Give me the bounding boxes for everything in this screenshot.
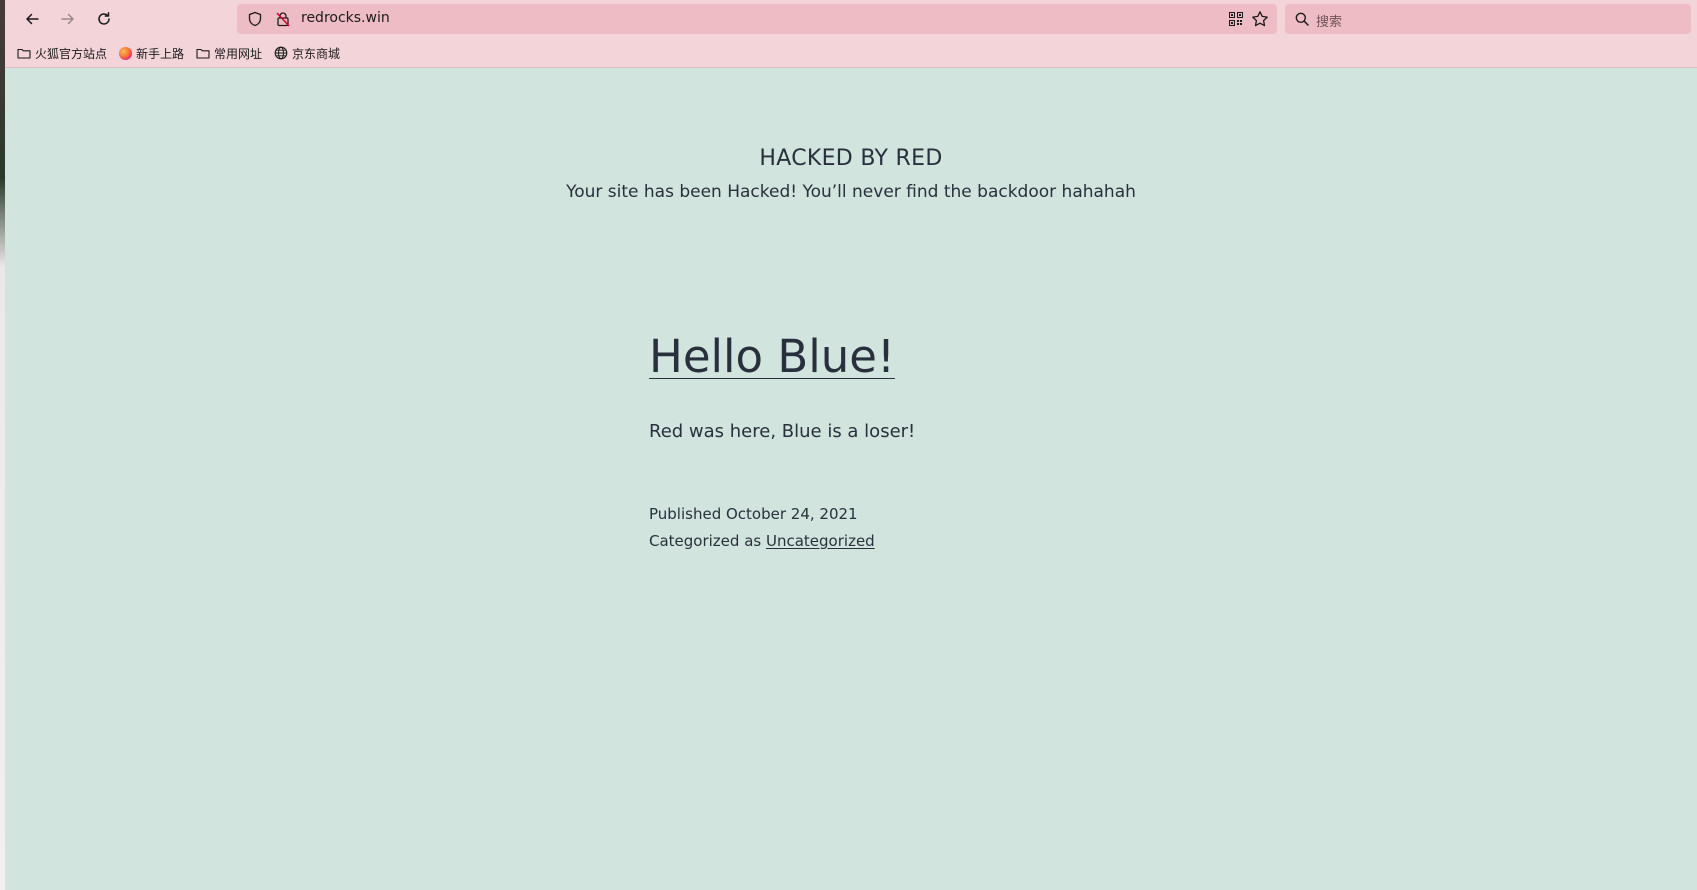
reload-button[interactable] <box>90 5 118 33</box>
shield-icon[interactable] <box>247 11 263 27</box>
forward-button[interactable] <box>54 5 82 33</box>
url-text[interactable]: redrocks.win <box>301 10 390 26</box>
search-placeholder[interactable]: 搜索 <box>1316 11 1342 30</box>
search-bar[interactable]: 搜索 <box>1285 4 1691 34</box>
bookmark-getting-started[interactable]: 新手上路 <box>119 43 184 63</box>
arrow-right-icon <box>61 13 74 25</box>
post-category-meta: Categorized as Uncategorized <box>649 532 875 550</box>
published-date: October 24, 2021 <box>726 505 858 523</box>
bookmark-jd-mall[interactable]: 京东商城 <box>274 43 340 63</box>
post-body: Red was here, Blue is a loser! <box>649 421 916 442</box>
globe-icon <box>274 46 288 60</box>
reload-icon <box>98 12 110 25</box>
search-icon <box>1295 12 1309 26</box>
bookmark-firefox-official[interactable]: 火狐官方站点 <box>17 43 107 63</box>
category-label: Categorized as <box>649 532 762 550</box>
browser-window: redrocks.win 搜索 火狐官方站点 新手上路 常用网址 京东商城 HA… <box>5 0 1697 890</box>
bookmark-star-icon[interactable] <box>1251 10 1269 28</box>
bookmark-label: 火狐官方站点 <box>35 46 108 61</box>
firefox-icon <box>119 46 133 60</box>
published-label: Published <box>649 505 722 523</box>
post-title-link[interactable]: Hello Blue! <box>649 330 895 383</box>
bookmark-label: 新手上路 <box>136 46 185 61</box>
qr-code-icon[interactable] <box>1229 12 1243 26</box>
post-published-meta: Published October 24, 2021 <box>649 505 858 523</box>
category-link[interactable]: Uncategorized <box>766 532 875 550</box>
web-page: HACKED BY RED Your site has been Hacked!… <box>5 68 1697 890</box>
folder-icon <box>196 48 210 59</box>
browser-toolbar: redrocks.win 搜索 火狐官方站点 新手上路 常用网址 京东商城 <box>5 0 1697 68</box>
bookmark-label: 京东商城 <box>292 46 341 61</box>
site-title[interactable]: HACKED BY RED <box>5 146 1697 171</box>
address-bar[interactable]: redrocks.win <box>237 4 1277 34</box>
arrow-left-icon <box>26 13 39 25</box>
bookmark-common-sites[interactable]: 常用网址 <box>196 43 262 63</box>
back-button[interactable] <box>18 5 46 33</box>
site-description: Your site has been Hacked! You’ll never … <box>566 182 1136 202</box>
bookmark-label: 常用网址 <box>214 46 263 61</box>
folder-icon <box>17 48 31 59</box>
bookmarks-toolbar: 火狐官方站点 新手上路 常用网址 京东商城 <box>17 43 340 63</box>
insecure-lock-icon[interactable] <box>275 11 291 27</box>
